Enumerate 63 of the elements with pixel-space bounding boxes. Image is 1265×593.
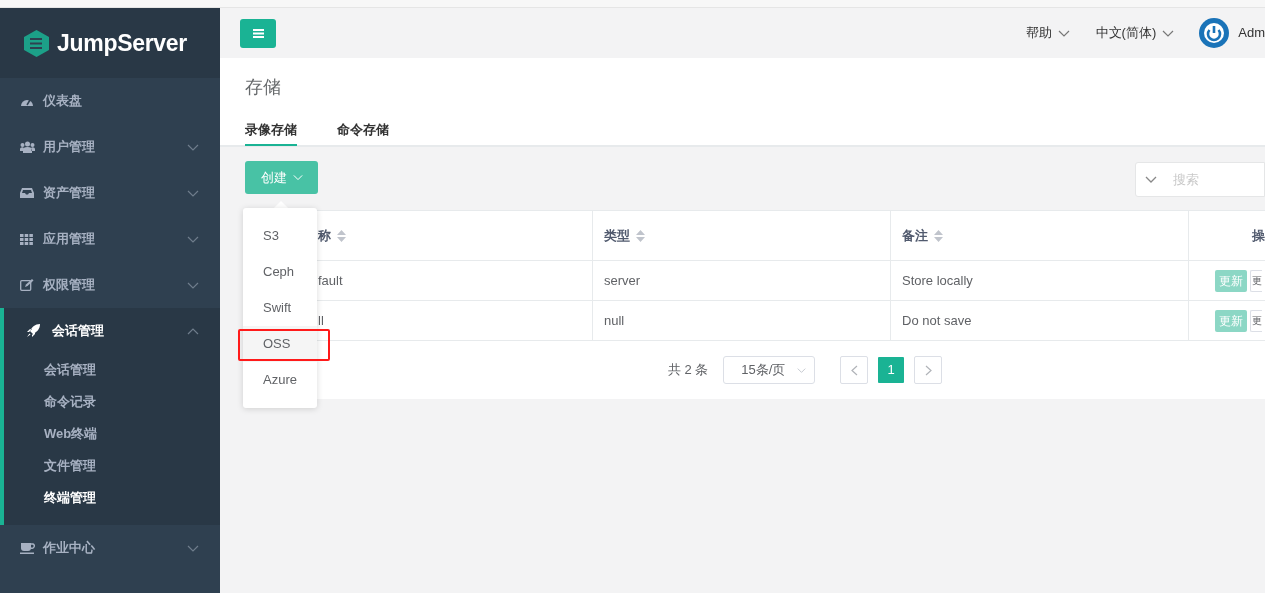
- sidebar-subitem[interactable]: 文件管理: [4, 450, 220, 482]
- coffee-cup-icon: [20, 542, 35, 554]
- avatar-icon[interactable]: [1199, 18, 1230, 48]
- logo-icon: [22, 28, 51, 58]
- sort-icon[interactable]: [337, 229, 346, 242]
- chevron-down-icon[interactable]: [1057, 29, 1070, 37]
- next-page-button[interactable]: [914, 356, 943, 384]
- table-cell-text: ll: [318, 311, 324, 330]
- tab[interactable]: 命令存储: [337, 115, 389, 146]
- column-header[interactable]: 类型: [604, 225, 630, 246]
- sidebar-subitem[interactable]: 终端管理: [4, 482, 220, 514]
- chevron-down-icon[interactable]: [187, 235, 199, 243]
- edit-icon: [20, 279, 34, 291]
- sidebar-subitem[interactable]: Web终端: [4, 418, 220, 450]
- page-title: 存储: [245, 76, 282, 99]
- dropdown-item[interactable]: Azure: [243, 362, 317, 398]
- sidebar-item[interactable]: 作业中心: [0, 525, 220, 571]
- table-cell-text: Store locally: [902, 271, 973, 290]
- grid-icon: [20, 233, 33, 245]
- page-size-select[interactable]: 15条/页: [723, 356, 816, 384]
- chevron-down-icon[interactable]: [187, 143, 199, 151]
- sort-icon[interactable]: [934, 229, 943, 242]
- table-cell-text: Do not save: [902, 311, 972, 330]
- sidebar-item[interactable]: 资产管理: [0, 170, 220, 216]
- total-count: 共 2 条: [667, 361, 709, 380]
- menu-icon[interactable]: [252, 28, 264, 38]
- chevron-down-icon[interactable]: [187, 544, 199, 552]
- sidebar-item[interactable]: 用户管理: [0, 124, 220, 170]
- chevron-down-icon[interactable]: [187, 189, 199, 197]
- help-menu[interactable]: 帮助: [1025, 23, 1070, 43]
- language-menu[interactable]: 中文(简体): [1095, 23, 1175, 43]
- table-cell-text: server: [604, 271, 641, 290]
- column-header[interactable]: 备注: [902, 225, 928, 246]
- sidebar-item[interactable]: 应用管理: [0, 216, 220, 262]
- sort-icon[interactable]: [636, 229, 645, 242]
- dropdown-item[interactable]: Ceph: [243, 254, 317, 290]
- action-button[interactable]: 更: [1250, 269, 1262, 292]
- users-icon: [20, 141, 35, 153]
- dropdown-item[interactable]: S3: [243, 218, 317, 254]
- inbox-icon: [20, 188, 34, 198]
- chevron-down-icon[interactable]: [1162, 29, 1175, 37]
- menu-button[interactable]: [240, 18, 276, 48]
- tab[interactable]: 录像存储: [245, 115, 297, 146]
- chevron-down-icon[interactable]: [1145, 176, 1157, 183]
- column-header: 操: [1252, 226, 1265, 245]
- sidebar-subitem[interactable]: 会话管理: [4, 354, 220, 386]
- sidebar-subitem[interactable]: 命令记录: [4, 386, 220, 418]
- previous-page-button[interactable]: [840, 356, 869, 384]
- brand-name: JumpServer: [57, 28, 187, 58]
- chevron-left-icon[interactable]: [850, 364, 858, 376]
- chevron-up-icon[interactable]: [187, 327, 199, 335]
- sidebar-item[interactable]: 会话管理: [4, 308, 220, 354]
- sidebar-item[interactable]: 仪表盘: [0, 78, 220, 124]
- column-header[interactable]: 称: [318, 225, 331, 246]
- table-cell-text: fault: [318, 271, 343, 290]
- chevron-down-icon[interactable]: [187, 281, 199, 289]
- user-name[interactable]: Adm: [1238, 23, 1265, 43]
- sidebar-item[interactable]: 权限管理: [0, 262, 220, 308]
- action-button[interactable]: 更: [1250, 309, 1262, 332]
- dropdown-item[interactable]: Swift: [243, 290, 317, 326]
- table-cell-text: null: [604, 311, 625, 330]
- rocket-icon: [26, 324, 40, 338]
- chevron-right-icon[interactable]: [924, 364, 932, 376]
